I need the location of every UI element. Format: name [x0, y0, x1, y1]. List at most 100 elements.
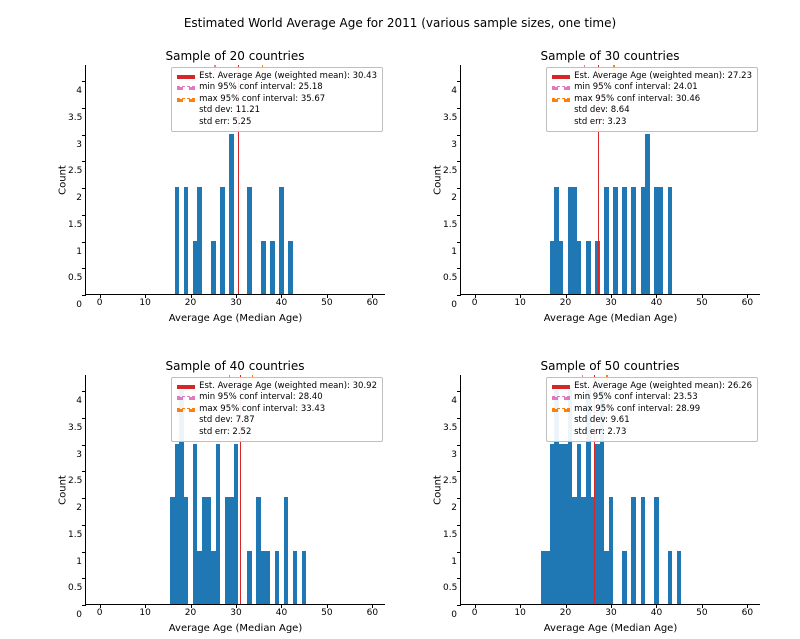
legend-text: std dev: 7.87	[199, 415, 255, 426]
figure: Estimated World Average Age for 2011 (va…	[0, 0, 800, 639]
y-tickmark	[82, 445, 86, 446]
y-tickmark	[82, 188, 86, 189]
legend-mean: Est. Average Age (weighted mean): 26.26	[552, 381, 752, 392]
legend: Est. Average Age (weighted mean): 30.92m…	[171, 377, 383, 442]
legend-swatch	[552, 408, 570, 412]
legend-std-dev: std dev: 7.87	[177, 415, 377, 426]
y-tick-label: 1.5	[443, 530, 457, 540]
y-tick-label: 1	[443, 247, 457, 257]
histogram-bar	[247, 187, 252, 294]
x-tick-label: 10	[514, 298, 525, 308]
y-tick-label: 1.5	[68, 220, 82, 230]
x-tick-label: 20	[560, 608, 571, 618]
legend-swatch	[177, 396, 195, 400]
y-tick-label: 3.5	[68, 113, 82, 123]
x-axis-label: Average Age (Median Age)	[461, 313, 760, 324]
y-axis-label: Count	[57, 475, 68, 505]
histogram-bar	[677, 551, 682, 604]
histogram-bar	[631, 187, 636, 294]
y-tick-label: 4	[443, 396, 457, 406]
y-tick-label: 3.5	[443, 113, 457, 123]
y-tick-label: 1.5	[443, 220, 457, 230]
y-axis-label: Count	[432, 475, 443, 505]
x-tick-label: 40	[276, 298, 287, 308]
y-tickmark	[82, 268, 86, 269]
legend-max-ci: max 95% conf interval: 30.46	[552, 94, 752, 105]
legend-min-ci: min 95% conf interval: 24.01	[552, 82, 752, 93]
histogram-bar	[184, 497, 189, 604]
legend-text: max 95% conf interval: 33.43	[199, 404, 325, 415]
y-tick-label: 2.5	[68, 476, 82, 486]
x-tick-label: 60	[367, 608, 378, 618]
legend-text: std err: 2.73	[574, 427, 626, 438]
y-tick-label: 0	[443, 610, 457, 620]
legend: Est. Average Age (weighted mean): 26.26 m…	[546, 377, 758, 442]
legend-std-err: std err: 3.23	[552, 117, 752, 128]
legend-text: std err: 3.23	[574, 117, 626, 128]
x-tick-label: 10	[514, 608, 525, 618]
y-tickmark	[457, 418, 461, 419]
legend-std-err: std err: 2.52	[177, 427, 377, 438]
histogram-bar	[220, 187, 225, 294]
y-tickmark	[457, 445, 461, 446]
axes: 010203040506000.511.522.533.54Average Ag…	[85, 65, 385, 295]
legend-max-ci: max 95% conf interval: 33.43	[177, 404, 377, 415]
legend-text: Est. Average Age (weighted mean): 27.23	[574, 71, 752, 82]
y-tickmark	[457, 268, 461, 269]
y-tick-label: 3.5	[443, 423, 457, 433]
y-tick-label: 3	[443, 450, 457, 460]
histogram-bar	[275, 551, 280, 604]
y-tick-label: 2	[443, 503, 457, 513]
histogram-bar	[622, 551, 627, 604]
legend-text: std err: 5.25	[199, 117, 251, 128]
legend-text: max 95% conf interval: 28.99	[574, 404, 700, 415]
histogram-bar	[559, 241, 564, 294]
axes: 010203040506000.511.522.533.54Average Ag…	[460, 375, 760, 605]
y-tick-label: 2	[68, 193, 82, 203]
y-tickmark	[82, 391, 86, 392]
histogram-bar	[284, 497, 289, 604]
y-tick-label: 0.5	[443, 583, 457, 593]
y-tick-label: 0.5	[68, 583, 82, 593]
legend-text: min 95% conf interval: 28.40	[199, 392, 323, 403]
legend-swatch	[552, 86, 570, 90]
x-tick-label: 40	[651, 298, 662, 308]
y-tickmark	[82, 498, 86, 499]
y-tickmark	[82, 605, 86, 606]
y-tickmark	[457, 295, 461, 296]
axes: 010203040506000.511.522.533.54Average Ag…	[85, 375, 385, 605]
x-tick-label: 0	[472, 608, 478, 618]
x-tick-label: 30	[605, 608, 616, 618]
y-tick-label: 1	[68, 247, 82, 257]
legend-min-ci: min 95% conf interval: 28.40	[177, 392, 377, 403]
histogram-bar	[641, 497, 646, 604]
x-tick-label: 10	[139, 298, 150, 308]
legend-text: min 95% conf interval: 24.01	[574, 82, 698, 93]
legend-mean: Est. Average Age (weighted mean): 27.23	[552, 71, 752, 82]
histogram-bar	[229, 134, 234, 294]
subplot-2: Sample of 40 countries010203040506000.51…	[85, 375, 385, 605]
x-tick-label: 60	[367, 298, 378, 308]
legend: Est. Average Age (weighted mean): 30.43m…	[171, 67, 383, 132]
histogram-bar	[184, 187, 189, 294]
y-tickmark	[82, 471, 86, 472]
subplot-3: Sample of 50 countries010203040506000.51…	[460, 375, 760, 605]
histogram-bar	[645, 134, 650, 294]
legend-swatch	[552, 75, 570, 79]
y-tickmark	[82, 108, 86, 109]
histogram-bar	[622, 187, 627, 294]
y-tick-label: 0	[443, 300, 457, 310]
y-tickmark	[82, 552, 86, 553]
y-tickmark	[457, 578, 461, 579]
x-tick-label: 40	[651, 608, 662, 618]
legend-text: std dev: 11.21	[199, 105, 260, 116]
y-tickmark	[82, 525, 86, 526]
y-tick-label: 3.5	[68, 423, 82, 433]
legend-mean: Est. Average Age (weighted mean): 30.92	[177, 381, 377, 392]
legend-std-dev: std dev: 9.61	[552, 415, 752, 426]
histogram-bar	[293, 551, 298, 604]
axes: 010203040506000.511.522.533.54Average Ag…	[460, 65, 760, 295]
legend-text: std dev: 9.61	[574, 415, 630, 426]
y-tick-label: 1	[68, 557, 82, 567]
x-axis-label: Average Age (Median Age)	[86, 623, 385, 634]
